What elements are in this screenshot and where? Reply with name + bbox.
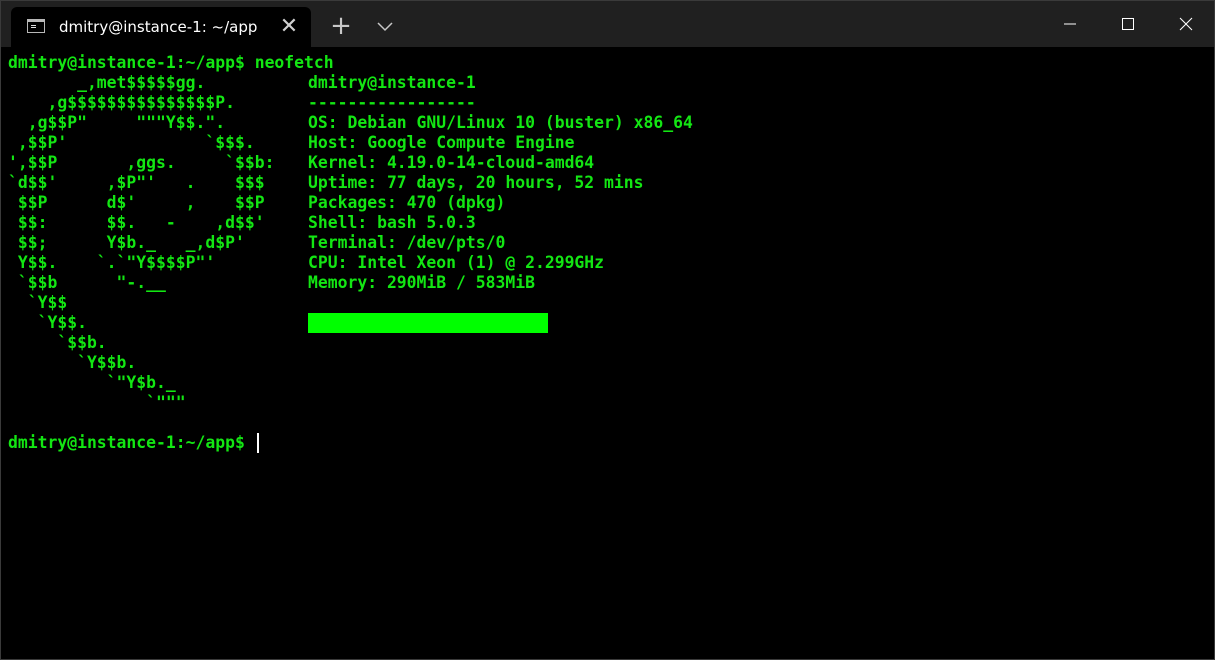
logo-line: `Y$$.: [8, 313, 87, 332]
prompt-command-line: dmitry@instance-1:~/app$ neofetch: [8, 53, 334, 72]
logo-line: `"Y$b._: [8, 373, 176, 392]
info-uptime: Uptime: 77 days, 20 hours, 52 mins: [308, 173, 644, 192]
info-packages: Packages: 470 (dpkg): [308, 193, 506, 212]
logo-line: `$$b "-.__: [8, 273, 166, 292]
info-kernel: Kernel: 4.19.0-14-cloud-amd64: [308, 153, 595, 172]
new-tab-button[interactable]: +: [327, 13, 355, 41]
maximize-icon: [1122, 18, 1134, 30]
terminal-icon: [27, 19, 45, 33]
logo-line: `Y$$b.: [8, 353, 137, 372]
chevron-down-icon: [377, 22, 393, 32]
logo-line: `Y$$: [8, 293, 68, 312]
terminal-window: dmitry@instance-1: ~/app ✕ + dmitry@inst…: [0, 0, 1215, 660]
info-terminal: Terminal: /dev/pts/0: [308, 233, 506, 252]
close-icon: [1179, 17, 1193, 31]
info-host: Host: Google Compute Engine: [308, 133, 575, 152]
logo-line: ,g$$$$$$$$$$$$$$$P.: [8, 93, 235, 112]
logo-line: $$P d$' , $$P: [8, 193, 265, 212]
info-memory: Memory: 290MiB / 583MiB: [308, 273, 535, 292]
logo-line: `$$b.: [8, 333, 107, 352]
debian-ascii-logo: _,met$$$$$gg. ,g$$$$$$$$$$$$$$$P. ,g$$P"…: [8, 73, 274, 413]
info-shell: Shell: bash 5.0.3: [308, 213, 476, 232]
logo-line: ',$$P ,ggs. `$$b:: [8, 153, 275, 172]
logo-line: _,met$$$$$gg.: [8, 73, 206, 92]
info-separator: -----------------: [308, 93, 476, 112]
logo-line: $$; Y$b._ _,d$P': [8, 233, 245, 252]
minimize-button[interactable]: [1041, 1, 1099, 47]
text-cursor: [257, 433, 259, 453]
logo-line: ,g$$P" """Y$$.".: [8, 113, 226, 132]
info-user-host: dmitry@instance-1: [308, 73, 476, 92]
prompt-current-line: dmitry@instance-1:~/app$: [8, 433, 255, 452]
tab-title: dmitry@instance-1: ~/app: [59, 18, 258, 36]
tab-active[interactable]: dmitry@instance-1: ~/app ✕: [11, 7, 311, 47]
color-block-bar: [308, 313, 548, 333]
logo-line: ,$$P' `$$$.: [8, 133, 255, 152]
title-bar[interactable]: dmitry@instance-1: ~/app ✕ +: [1, 1, 1214, 47]
maximize-button[interactable]: [1099, 1, 1157, 47]
tab-close-button[interactable]: ✕: [277, 15, 301, 39]
system-info: dmitry@instance-1 ----------------- OS: …: [308, 73, 693, 293]
info-cpu: CPU: Intel Xeon (1) @ 2.299GHz: [308, 253, 605, 272]
terminal-output[interactable]: dmitry@instance-1:~/app$ neofetch _,met$…: [1, 47, 1214, 659]
tab-dropdown-button[interactable]: [371, 13, 399, 41]
info-os: OS: Debian GNU/Linux 10 (buster) x86_64: [308, 113, 693, 132]
close-button[interactable]: [1157, 1, 1214, 47]
logo-line: `""": [8, 393, 186, 412]
logo-line: Y$$. `.`"Y$$$$P"': [8, 253, 216, 272]
logo-line: `d$$' ,$P"' . $$$: [8, 173, 265, 192]
minimize-icon: [1064, 23, 1076, 25]
logo-line: $$: $$. - ,d$$': [8, 213, 265, 232]
